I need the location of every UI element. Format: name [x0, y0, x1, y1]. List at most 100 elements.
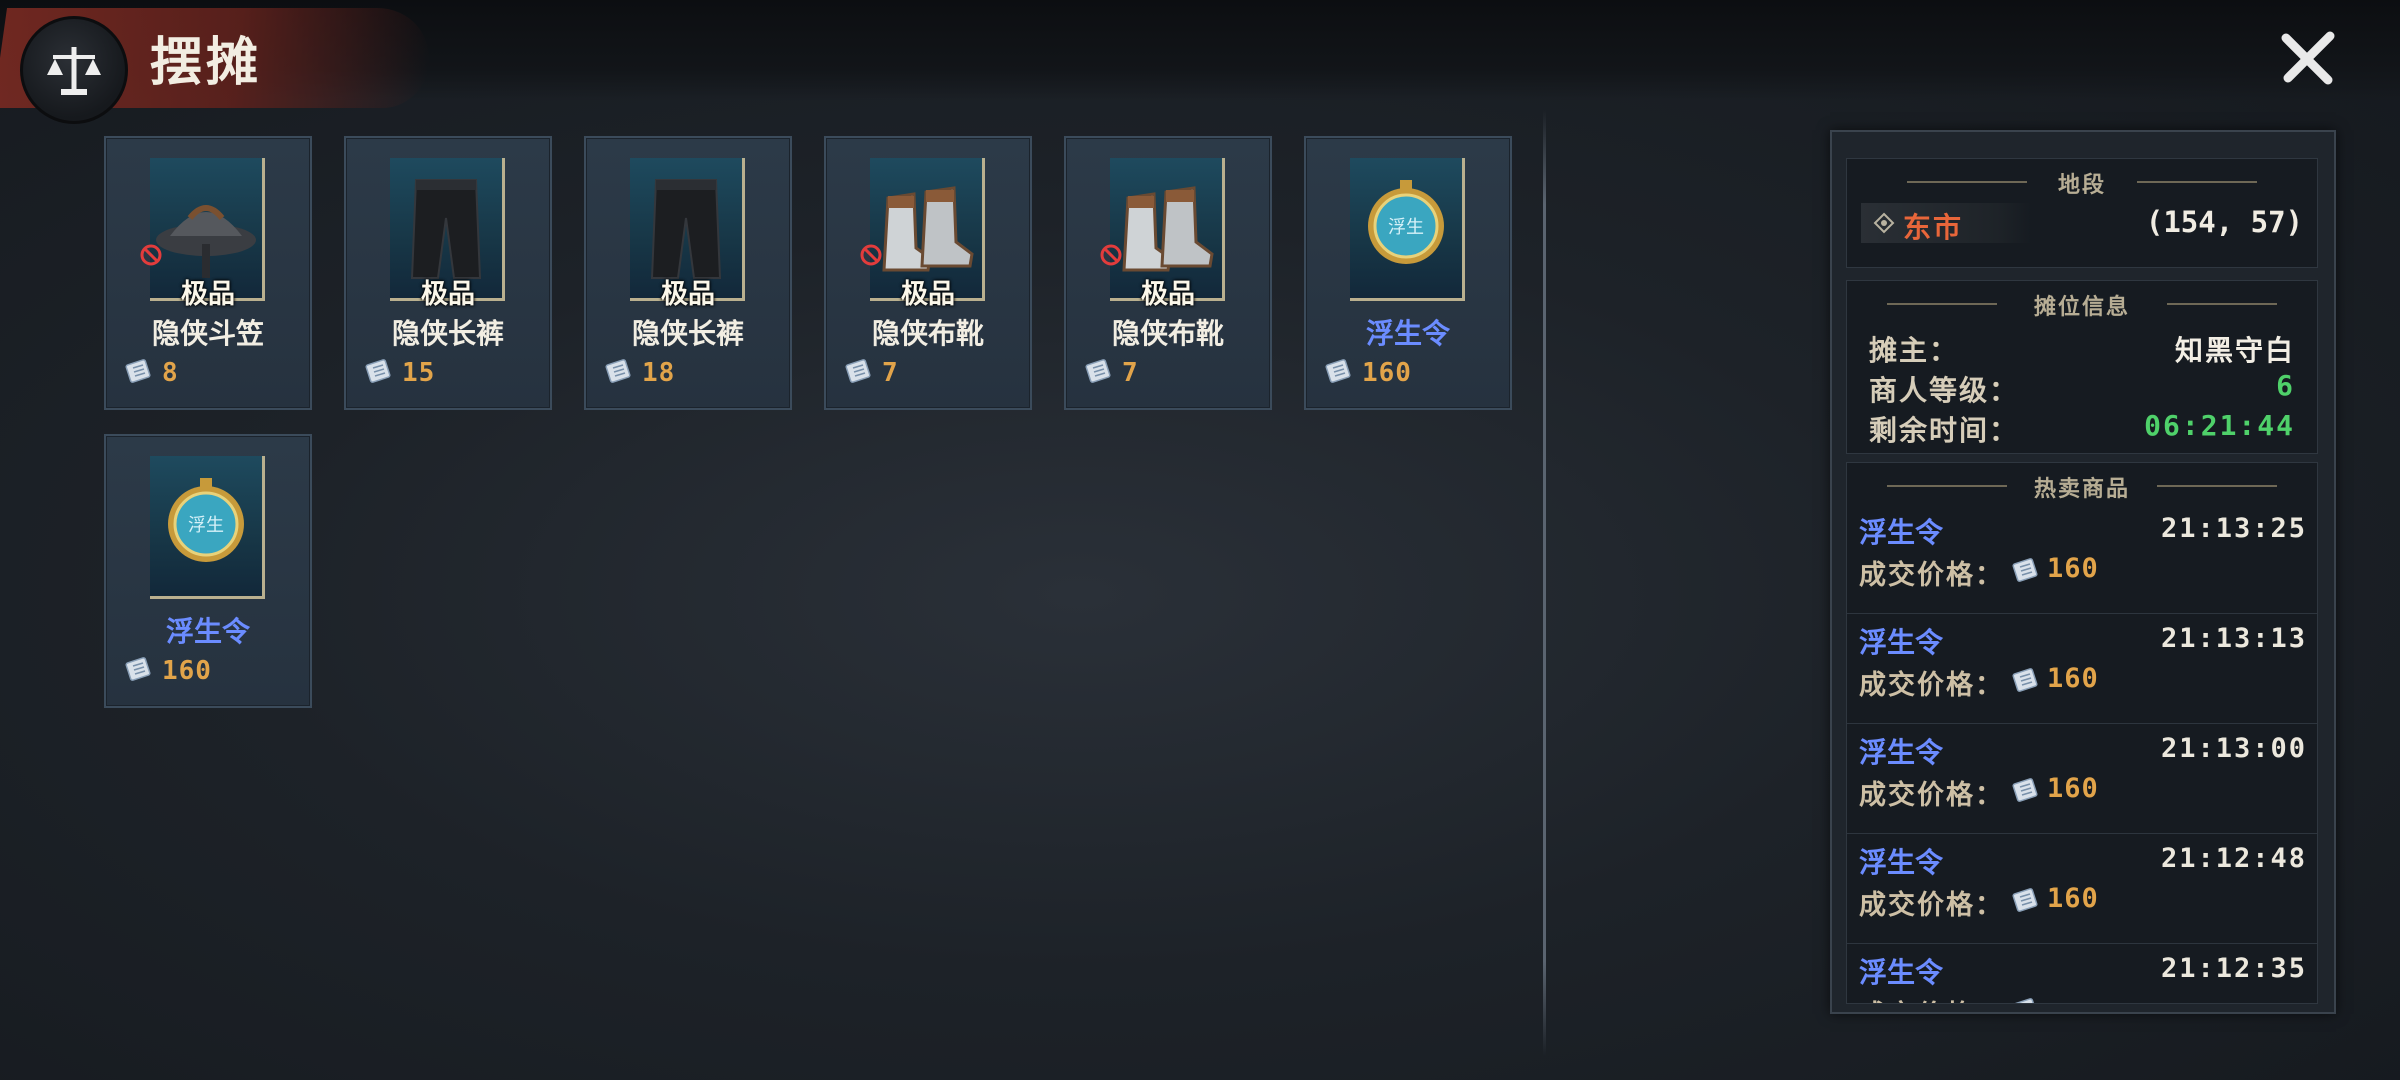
svg-text:浮生: 浮生	[188, 515, 224, 536]
stall-items-grid: 极品 隐侠斗笠 8 极品 隐侠长裤 15 极品 隐侠长裤 18 极品 隐侠布靴 …	[104, 136, 1524, 936]
stall-item-card[interactable]: 浮生 浮生令 160	[1304, 136, 1512, 410]
item-price-row: 160	[124, 654, 212, 688]
item-price-row: 18	[604, 356, 675, 390]
item-quality: 极品	[1141, 279, 1195, 310]
item-price-row: 7	[844, 356, 899, 390]
time-remaining: 06:21:44	[2144, 409, 2295, 442]
item-price-row: 160	[1324, 356, 1412, 390]
deal-price-label: 成交价格：	[1859, 993, 2004, 1003]
hot-item-time: 21:13:13	[2160, 623, 2307, 654]
item-quality: 极品	[421, 279, 475, 310]
area-tag: 东市	[1861, 203, 2031, 244]
stall-item-card[interactable]: 极品 隐侠布靴 7	[824, 136, 1032, 410]
hot-item-name: 浮生令	[1859, 736, 1944, 769]
panel-divider	[1543, 110, 1546, 1056]
deal-price: 160	[2047, 773, 2099, 804]
stall-info-panel: 地段 东市 (154, 57) 摊位信息 摊主： 知黑守白 商人等级： 6 剩余…	[1830, 130, 2336, 1014]
hot-sale-entry[interactable]: 浮生令 21:12:48 成交价格： 160	[1847, 833, 2317, 944]
item-name: 浮生令	[165, 615, 250, 648]
currency-icon	[1084, 356, 1114, 390]
location-icon	[1873, 212, 1895, 238]
area-name: 东市	[1903, 211, 1964, 244]
stall-section: 摊位信息 摊主： 知黑守白 商人等级： 6 剩余时间： 06:21:44	[1846, 280, 2318, 454]
hot-sale-entry[interactable]: 浮生令 21:13:00 成交价格： 160	[1847, 723, 2317, 834]
item-name: 隐侠布靴	[1111, 317, 1224, 350]
item-name: 隐侠长裤	[631, 317, 744, 350]
currency-icon	[124, 654, 154, 688]
stall-title: 摊位信息	[2033, 294, 2130, 320]
item-price-row: 7	[1084, 356, 1139, 390]
currency-icon	[604, 356, 634, 390]
hot-item-name: 浮生令	[1859, 626, 1944, 659]
hot-sales-list[interactable]: 浮生令 21:13:25 成交价格： 160 浮生令 21:13:13 成交价格…	[1847, 503, 2317, 1003]
item-name: 浮生令	[1365, 317, 1450, 350]
item-quality: 极品	[181, 279, 235, 310]
token-icon: 浮生	[150, 456, 265, 599]
untradeable-icon	[860, 244, 882, 266]
hot-item-name: 浮生令	[1859, 956, 1944, 989]
page-title: 摆摊	[150, 32, 263, 93]
item-price: 7	[882, 358, 899, 388]
item-quality: 极品	[661, 279, 715, 310]
scale-icon	[20, 16, 128, 124]
stall-item-card[interactable]: 极品 隐侠长裤 15	[344, 136, 552, 410]
currency-icon	[844, 356, 874, 390]
item-price: 160	[1362, 358, 1412, 388]
item-price-row: 8	[124, 356, 179, 390]
close-icon	[2281, 31, 2335, 85]
hot-item-name: 浮生令	[1859, 846, 1944, 879]
location-section: 地段 东市 (154, 57)	[1846, 158, 2318, 268]
merchant-level: 6	[2276, 369, 2295, 402]
deal-price: 160	[2047, 553, 2099, 584]
hot-item-time: 21:13:00	[2160, 733, 2307, 764]
item-price: 160	[162, 656, 212, 686]
hot-item-time: 21:13:25	[2160, 513, 2307, 544]
hot-sale-entry[interactable]: 浮生令 21:13:25 成交价格： 160	[1847, 503, 2317, 614]
currency-icon	[124, 356, 154, 390]
item-price-row: 15	[364, 356, 435, 390]
close-button[interactable]	[2270, 20, 2346, 96]
deal-price-label: 成交价格：	[1859, 670, 2004, 701]
item-price: 8	[162, 358, 179, 388]
deal-price-label: 成交价格：	[1859, 890, 2004, 921]
deal-price: 160	[2047, 883, 2099, 914]
deal-price-label: 成交价格：	[1859, 780, 2004, 811]
hot-item-time: 21:12:48	[2160, 843, 2307, 874]
currency-icon	[2011, 665, 2041, 699]
item-price: 18	[642, 358, 676, 388]
untradeable-icon	[1100, 244, 1122, 266]
currency-icon	[2011, 885, 2041, 919]
currency-icon	[364, 356, 394, 390]
hot-sale-entry[interactable]: 浮生令 21:12:35 成交价格：	[1847, 943, 2317, 1003]
stall-item-card[interactable]: 极品 隐侠长裤 18	[584, 136, 792, 410]
currency-icon	[1324, 356, 1354, 390]
owner-label: 摊主：	[1869, 334, 1960, 367]
svg-text:浮生: 浮生	[1388, 217, 1424, 238]
item-name: 隐侠斗笠	[151, 317, 264, 350]
currency-icon	[2011, 555, 2041, 589]
stall-item-card[interactable]: 极品 隐侠布靴 7	[1064, 136, 1272, 410]
hot-item-time: 21:12:35	[2160, 953, 2307, 984]
item-name: 隐侠布靴	[871, 317, 984, 350]
owner-name: 知黑守白	[2174, 334, 2295, 367]
hot-section: 热卖商品 浮生令 21:13:25 成交价格： 160 浮生令 21:13:13…	[1846, 462, 2318, 1004]
stall-item-card[interactable]: 浮生 浮生令 160	[104, 434, 312, 708]
deal-price: 160	[2047, 663, 2099, 694]
time-label: 剩余时间：	[1869, 414, 2020, 447]
item-name: 隐侠长裤	[391, 317, 504, 350]
hot-title: 热卖商品	[2033, 476, 2130, 502]
item-price: 15	[402, 358, 436, 388]
hot-sale-entry[interactable]: 浮生令 21:13:13 成交价格： 160	[1847, 613, 2317, 724]
level-label: 商人等级：	[1869, 374, 2020, 407]
item-quality: 极品	[901, 279, 955, 310]
location-title: 地段	[2057, 172, 2106, 198]
item-price: 7	[1122, 358, 1139, 388]
untradeable-icon	[140, 244, 162, 266]
currency-icon	[2011, 775, 2041, 809]
deal-price-label: 成交价格：	[1859, 560, 2004, 591]
coordinates: (154, 57)	[2145, 205, 2303, 239]
token-icon: 浮生	[1350, 158, 1465, 301]
hot-item-name: 浮生令	[1859, 516, 1944, 549]
currency-icon	[2011, 995, 2041, 1003]
stall-item-card[interactable]: 极品 隐侠斗笠 8	[104, 136, 312, 410]
